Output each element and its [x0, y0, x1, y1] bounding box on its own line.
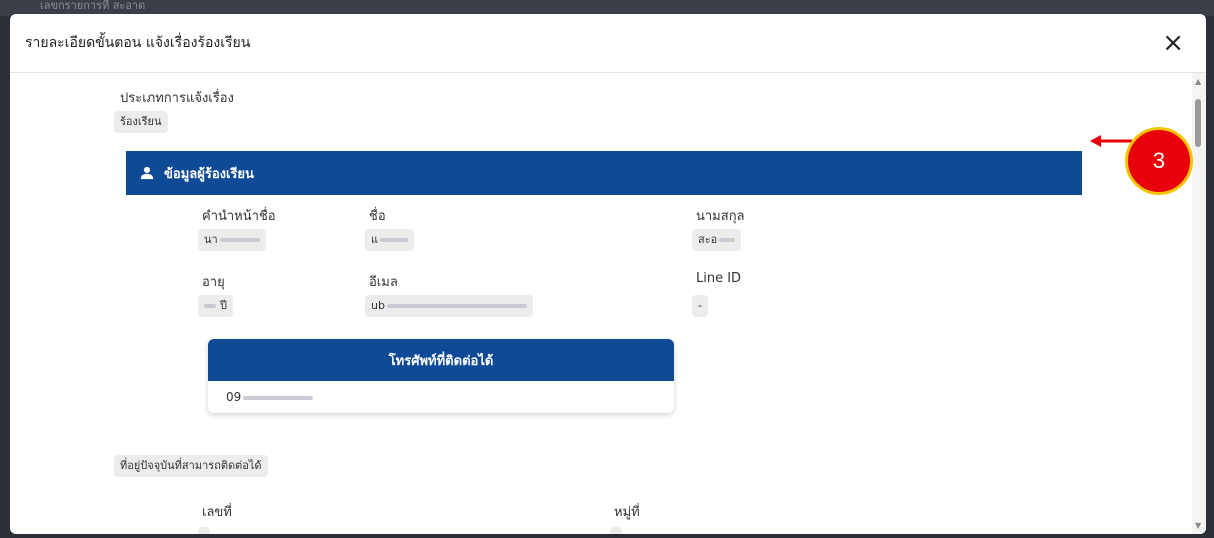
modal-header: รายละเอียดขั้นตอน แจ้งเรื่องร้องเรียน × — [10, 14, 1206, 73]
complainant-section-title: ข้อมูลผู้ร้องเรียน — [164, 166, 254, 182]
first-name-label: ชื่อ — [369, 209, 386, 224]
email-label: อีเมล — [369, 275, 398, 290]
scroll-thumb[interactable] — [1195, 99, 1201, 147]
line-id-label: Line ID — [696, 271, 742, 286]
phone-number: 09 — [208, 381, 674, 404]
line-id-value: - — [692, 295, 708, 317]
email-text: ub — [371, 299, 385, 312]
village-no-label: หมู่ที่ — [614, 505, 640, 520]
last-name-label: นามสกุล — [696, 209, 745, 224]
age-label: อายุ — [202, 275, 225, 290]
close-icon[interactable]: × — [1162, 30, 1184, 56]
prefix-label: คำนำหน้าชื่อ — [202, 209, 276, 224]
scrollbar[interactable]: ▲ ▼ — [1192, 73, 1206, 534]
first-name-text: แ — [371, 233, 379, 246]
scroll-up-arrow-icon[interactable]: ▲ — [1195, 77, 1201, 86]
last-name-value: สะอ — [692, 229, 742, 251]
email-value: ub — [365, 295, 533, 317]
age-text: ปี — [220, 299, 227, 312]
scroll-down-arrow-icon[interactable]: ▼ — [1195, 521, 1201, 530]
prefix-text: นา — [204, 233, 218, 246]
phone-table: โทรศัพท์ที่ติดต่อได้ 09 — [208, 339, 674, 413]
phone-number-text: 09 — [226, 390, 242, 404]
complaint-type-value: ร้องเรียน — [114, 111, 168, 133]
annotation-number: 3 — [1125, 127, 1193, 195]
complaint-detail-modal: รายละเอียดขั้นตอน แจ้งเรื่องร้องเรียน × … — [10, 14, 1206, 534]
prefix-value: นา — [198, 229, 266, 251]
house-no-value — [198, 527, 210, 534]
address-section-label: ที่อยู่ปัจจุบันที่สามารถติดต่อได้ — [114, 455, 268, 477]
person-icon — [140, 166, 154, 180]
last-name-text: สะอ — [698, 233, 718, 246]
modal-body[interactable]: ประเภทการแจ้งเรื่อง ร้องเรียน ข้อมูลผู้ร… — [10, 73, 1192, 534]
annotation-arrow-icon — [1090, 135, 1132, 147]
village-no-value — [610, 527, 622, 534]
first-name-value: แ — [365, 229, 415, 251]
complaint-type-label: ประเภทการแจ้งเรื่อง — [120, 91, 234, 106]
complainant-section-header: ข้อมูลผู้ร้องเรียน — [126, 151, 1082, 195]
phone-table-header: โทรศัพท์ที่ติดต่อได้ — [208, 339, 674, 381]
modal-title: รายละเอียดขั้นตอน แจ้งเรื่องร้องเรียน — [25, 35, 251, 51]
house-no-label: เลขที่ — [202, 505, 232, 520]
age-value: ปี — [198, 295, 233, 317]
backdrop-title: เลขกรายการที่ สะอาด — [40, 0, 146, 12]
